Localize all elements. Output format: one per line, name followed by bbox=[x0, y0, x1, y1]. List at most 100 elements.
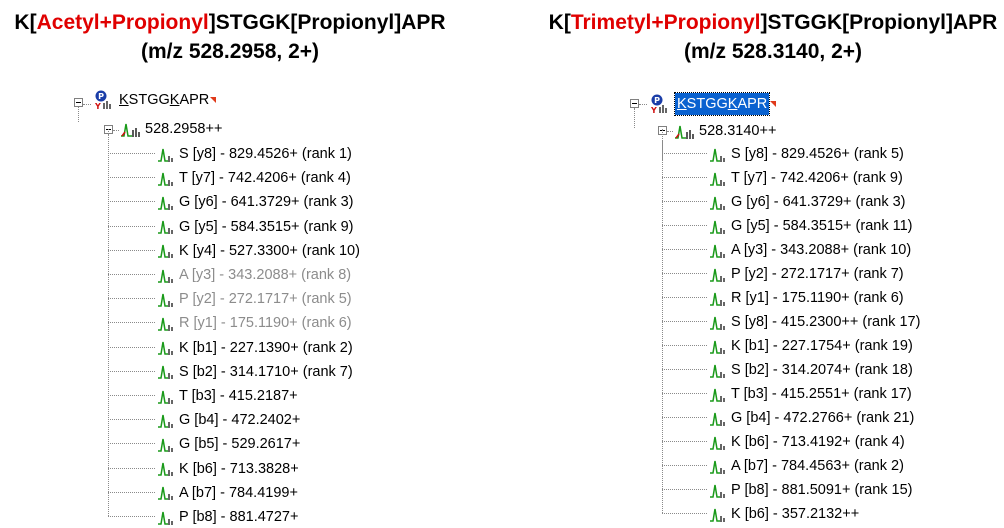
left-heading: K[Acetyl+Propionyl]STGGK[Propionyl]APR (… bbox=[10, 8, 450, 66]
peptide-icon: P Y bbox=[650, 94, 667, 114]
transition-node[interactable]: P [b8] - 881.4727+ bbox=[157, 506, 298, 528]
transition-peak-icon bbox=[158, 414, 173, 428]
transition-label: R [y1] - 175.1190+ (rank 6) bbox=[179, 315, 352, 332]
transition-peak-icon bbox=[158, 317, 173, 331]
transition-label: K [b6] - 713.3828+ bbox=[179, 460, 299, 477]
transition-node[interactable]: T [b3] - 415.2187+ bbox=[157, 385, 298, 407]
right-heading: K[Trimetyl+Propionyl]STGGK[Propionyl]APR… bbox=[548, 8, 998, 66]
transition-node[interactable]: A [y3] - 343.2088+ (rank 8) bbox=[157, 264, 351, 286]
peptide-sequence-selected: KSTGGKAPR bbox=[673, 92, 771, 116]
precursor-node[interactable]: 528.2958++ bbox=[120, 118, 222, 140]
transition-node[interactable]: S [y8] - 829.4526+ (rank 1) bbox=[157, 143, 352, 165]
transition-peak-icon bbox=[710, 436, 725, 450]
peptide-collapse-toggle[interactable] bbox=[74, 98, 83, 107]
transition-label: G [y5] - 584.3515+ (rank 9) bbox=[179, 218, 354, 235]
right-heading-line1: K[Trimetyl+Propionyl]STGGK[Propionyl]APR bbox=[548, 11, 998, 34]
transition-peak-icon bbox=[158, 487, 173, 501]
transition-peak-icon bbox=[710, 412, 725, 426]
transition-label: S [y8] - 829.4526+ (rank 1) bbox=[179, 146, 352, 162]
transition-node[interactable]: G [b4] - 472.2766+ (rank 21) bbox=[709, 407, 914, 429]
transition-label: S [y8] - 829.4526+ (rank 5) bbox=[731, 146, 904, 162]
transition-label: R [y1] - 175.1190+ (rank 6) bbox=[731, 290, 904, 306]
precursor-node[interactable]: 528.3140++ bbox=[674, 120, 776, 142]
transition-node[interactable]: G [y6] - 641.3729+ (rank 3) bbox=[709, 191, 906, 213]
transition-node[interactable]: S [y8] - 415.2300++ (rank 17) bbox=[709, 311, 920, 333]
precursor-icon bbox=[121, 123, 140, 137]
peptide-icon: P Y bbox=[94, 90, 111, 110]
precursor-label: 528.2958++ bbox=[145, 121, 223, 137]
peptide-node[interactable]: P Y KSTGGKAPR bbox=[92, 89, 217, 111]
transition-node[interactable]: K [y4] - 527.3300+ (rank 10) bbox=[157, 240, 360, 262]
transition-node[interactable]: K [b6] - 357.2132++ bbox=[709, 503, 859, 525]
transition-label: P [y2] - 272.1717+ (rank 7) bbox=[731, 266, 904, 282]
transition-label: A [y3] - 343.2088+ (rank 8) bbox=[179, 267, 352, 283]
transition-peak-icon bbox=[710, 244, 725, 258]
transition-label: P [b8] - 881.5091+ (rank 15) bbox=[731, 482, 913, 498]
transition-label: S [y8] - 415.2300++ (rank 17) bbox=[731, 314, 921, 330]
transition-node[interactable]: P [y2] - 272.1717+ (rank 5) bbox=[157, 288, 352, 310]
transition-peak-icon bbox=[710, 196, 725, 210]
transition-label: K [b6] - 357.2132++ bbox=[731, 506, 860, 522]
transition-node[interactable]: K [b6] - 713.3828+ bbox=[157, 458, 299, 480]
transition-node[interactable]: T [y7] - 742.4206+ (rank 9) bbox=[709, 167, 903, 189]
transition-peak-icon bbox=[158, 511, 173, 525]
transition-peak-icon bbox=[158, 148, 173, 162]
svg-text:Y: Y bbox=[650, 106, 657, 114]
transition-node[interactable]: K [b1] - 227.1754+ (rank 19) bbox=[709, 335, 913, 357]
transition-node[interactable]: S [b2] - 314.2074+ (rank 18) bbox=[709, 359, 913, 381]
transition-node[interactable]: K [b1] - 227.1390+ (rank 2) bbox=[157, 337, 353, 359]
transition-node[interactable]: T [y7] - 742.4206+ (rank 4) bbox=[157, 167, 351, 189]
transition-peak-icon bbox=[158, 438, 173, 452]
transition-peak-icon bbox=[710, 220, 725, 234]
transition-node[interactable]: G [b5] - 529.2617+ bbox=[157, 433, 300, 455]
transition-label: K [b6] - 713.4192+ (rank 4) bbox=[731, 434, 905, 450]
transition-node[interactable]: R [y1] - 175.1190+ (rank 6) bbox=[709, 287, 904, 309]
transition-node[interactable]: A [b7] - 784.4563+ (rank 2) bbox=[709, 455, 904, 477]
transition-node[interactable]: T [b3] - 415.2551+ (rank 17) bbox=[709, 383, 912, 405]
transition-node[interactable]: G [b4] - 472.2402+ bbox=[157, 409, 300, 431]
transition-peak-icon bbox=[158, 293, 173, 307]
transition-peak-icon bbox=[158, 245, 173, 259]
transition-label: S [b2] - 314.2074+ (rank 18) bbox=[731, 362, 913, 378]
transition-peak-icon bbox=[158, 341, 173, 356]
transition-node[interactable]: G [y6] - 641.3729+ (rank 3) bbox=[157, 191, 354, 213]
peptide-collapse-toggle[interactable] bbox=[630, 99, 639, 108]
transition-node[interactable]: S [y8] - 829.4526+ (rank 5) bbox=[709, 143, 904, 165]
transition-label: G [y5] - 584.3515+ (rank 11) bbox=[731, 218, 913, 234]
transition-label: T [b3] - 415.2551+ (rank 17) bbox=[731, 386, 912, 402]
transition-node[interactable]: K [b6] - 713.4192+ (rank 4) bbox=[709, 431, 905, 453]
transition-node[interactable]: G [y5] - 584.3515+ (rank 11) bbox=[709, 215, 912, 237]
transition-label: G [b4] - 472.2402+ bbox=[179, 412, 301, 429]
transition-label: T [y7] - 742.4206+ (rank 4) bbox=[179, 170, 351, 187]
left-heading-line1: K[Acetyl+Propionyl]STGGK[Propionyl]APR bbox=[14, 11, 446, 34]
transition-peak-icon bbox=[710, 388, 725, 402]
transition-label: T [y7] - 742.4206+ (rank 9) bbox=[731, 170, 903, 186]
transition-peak-icon bbox=[158, 269, 173, 283]
transition-peak-icon bbox=[710, 484, 725, 498]
transition-peak-icon bbox=[158, 366, 173, 380]
transition-peak-icon bbox=[710, 508, 725, 522]
transition-peak-icon bbox=[710, 172, 725, 186]
peptide-node[interactable]: P Y KSTGGKAPR bbox=[648, 92, 777, 116]
transition-node[interactable]: A [b7] - 784.4199+ bbox=[157, 482, 298, 504]
transition-label: A [b7] - 784.4563+ (rank 2) bbox=[731, 458, 904, 474]
transition-node[interactable]: R [y1] - 175.1190+ (rank 6) bbox=[157, 312, 352, 334]
transition-node[interactable]: S [b2] - 314.1710+ (rank 7) bbox=[157, 361, 353, 383]
precursor-label: 528.3140++ bbox=[699, 123, 777, 139]
modification-flag-icon bbox=[210, 97, 217, 103]
transition-label: T [b3] - 415.2187+ bbox=[179, 388, 298, 404]
precursor-icon bbox=[675, 125, 694, 139]
transition-node[interactable]: P [b8] - 881.5091+ (rank 15) bbox=[709, 479, 913, 501]
svg-text:P: P bbox=[654, 96, 660, 105]
transition-peak-icon bbox=[158, 220, 173, 235]
transition-peak-icon bbox=[158, 462, 173, 477]
right-heading-line2: (m/z 528.3140, 2+) bbox=[683, 40, 863, 63]
transition-node[interactable]: G [y5] - 584.3515+ (rank 9) bbox=[157, 216, 354, 238]
transition-peak-icon bbox=[710, 340, 725, 354]
transition-node[interactable]: P [y2] - 272.1717+ (rank 7) bbox=[709, 263, 904, 285]
transition-node[interactable]: A [y3] - 343.2088+ (rank 10) bbox=[709, 239, 911, 261]
left-heading-line2: (m/z 528.2958, 2+) bbox=[140, 40, 320, 63]
transition-label: P [y2] - 272.1717+ (rank 5) bbox=[179, 291, 352, 308]
transition-peak-icon bbox=[710, 268, 725, 282]
transition-peak-icon bbox=[710, 316, 725, 330]
